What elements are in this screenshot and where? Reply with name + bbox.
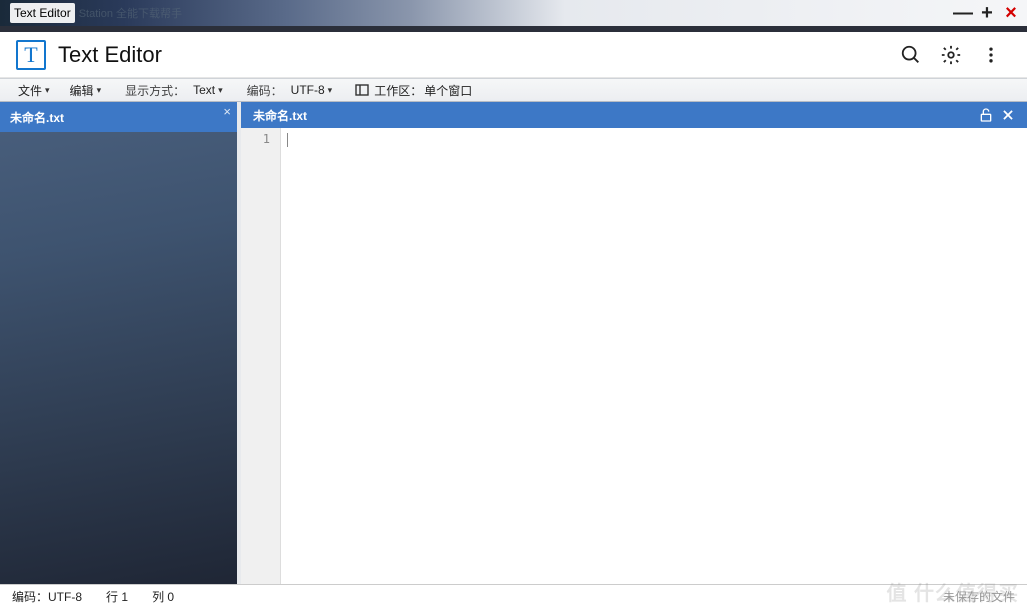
workspace-value: 单个窗口 bbox=[424, 82, 472, 99]
editor-tabbar: 未命名.txt bbox=[237, 102, 1027, 128]
display-mode-label: 显示方式： bbox=[111, 82, 191, 99]
app-title: Text Editor bbox=[58, 42, 162, 68]
line-number: 1 bbox=[241, 132, 270, 146]
window-title: Text Editor bbox=[10, 3, 75, 23]
encoding-label: 编码： bbox=[233, 82, 289, 99]
editor-tab-label[interactable]: 未命名.txt bbox=[249, 107, 311, 124]
menu-file[interactable]: 文件▾ bbox=[8, 79, 60, 101]
statusbar: 编码：UTF-8 行 1 列 0 未保存的文件 bbox=[0, 584, 1027, 608]
menu-display-mode[interactable]: Text▾ bbox=[191, 79, 233, 101]
chevron-down-icon: ▾ bbox=[218, 85, 223, 96]
more-menu-button[interactable] bbox=[971, 35, 1011, 75]
sidebar-file-tab[interactable]: 未命名.txt × bbox=[0, 102, 237, 132]
close-window-button[interactable]: × bbox=[999, 1, 1023, 25]
editor-panel: 未命名.txt 1 bbox=[237, 102, 1027, 584]
app-window: Text Editor Station 全能下载帮手 — + × T Text … bbox=[0, 0, 1027, 608]
chevron-down-icon: ▾ bbox=[97, 85, 102, 96]
code-editor-area[interactable] bbox=[281, 128, 1027, 584]
app-logo-icon: T bbox=[16, 40, 46, 70]
status-line: 行 1 bbox=[106, 588, 128, 605]
sidebar-tab-label: 未命名.txt bbox=[10, 109, 64, 126]
search-button[interactable] bbox=[891, 35, 931, 75]
close-sidebar-tab-button[interactable]: × bbox=[223, 104, 231, 119]
app-header: T Text Editor bbox=[0, 32, 1027, 78]
unlock-button[interactable] bbox=[975, 104, 997, 126]
search-icon bbox=[900, 44, 922, 66]
minimize-button[interactable]: — bbox=[951, 1, 975, 25]
menubar: 文件▾ 编辑▾ 显示方式： Text▾ 编码： UTF-8▾ 工作区： 单个窗口 bbox=[0, 78, 1027, 102]
workspace-label: 工作区： bbox=[374, 82, 422, 99]
unlock-icon bbox=[978, 107, 994, 123]
gear-icon bbox=[940, 44, 962, 66]
status-unsaved: 未保存的文件 bbox=[943, 588, 1015, 605]
status-encoding: 编码：UTF-8 bbox=[12, 588, 82, 605]
editor-body: 1 bbox=[237, 128, 1027, 584]
close-icon bbox=[1001, 108, 1015, 122]
workspace-icon bbox=[354, 82, 370, 98]
settings-button[interactable] bbox=[931, 35, 971, 75]
content-area: 未命名.txt × 未命名.txt bbox=[0, 102, 1027, 584]
line-number-gutter: 1 bbox=[241, 128, 281, 584]
window-ghost-text: Station 全能下载帮手 bbox=[79, 5, 182, 21]
chevron-down-icon: ▾ bbox=[328, 85, 333, 96]
maximize-button[interactable]: + bbox=[975, 1, 999, 25]
sidebar: 未命名.txt × bbox=[0, 102, 237, 584]
close-editor-tab-button[interactable] bbox=[997, 104, 1019, 126]
menu-encoding[interactable]: UTF-8▾ bbox=[289, 79, 343, 101]
more-vert-icon bbox=[981, 45, 1001, 65]
chevron-down-icon: ▾ bbox=[45, 85, 50, 96]
text-cursor bbox=[287, 133, 288, 147]
os-titlebar[interactable]: Text Editor Station 全能下载帮手 — + × bbox=[0, 0, 1027, 26]
menu-edit[interactable]: 编辑▾ bbox=[60, 79, 112, 101]
status-column: 列 0 bbox=[152, 588, 174, 605]
